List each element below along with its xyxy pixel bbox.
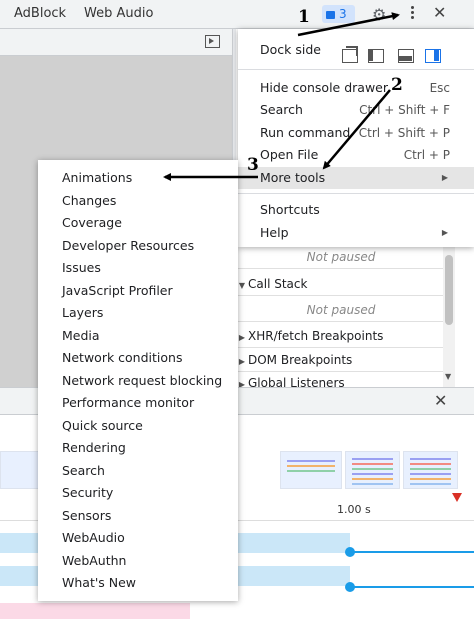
gear-icon[interactable]: ⚙ — [372, 5, 386, 24]
menu-shortcut: Ctrl + Shift + P — [358, 126, 450, 140]
submenu-item-changes[interactable]: Changes — [38, 190, 238, 213]
submenu-item-network-conditions[interactable]: Network conditions — [38, 347, 238, 370]
scope-not-paused: Not paused — [236, 245, 446, 269]
editor-toolbar — [0, 29, 232, 56]
dock-bottom-icon[interactable] — [398, 49, 414, 63]
message-icon — [326, 11, 335, 19]
menu-shortcut: Ctrl + Shift + F — [359, 103, 450, 117]
scroll-down-icon[interactable]: ▼ — [445, 372, 451, 381]
submenu-item-javascript-profiler[interactable]: JavaScript Profiler — [38, 280, 238, 303]
section-call-stack[interactable]: ▼ Call Stack — [236, 272, 446, 296]
submenu-item-animations[interactable]: Animations — [38, 167, 238, 190]
tab-web-audio[interactable]: Web Audio — [84, 0, 153, 29]
annotation-number-2: 2 — [391, 75, 403, 95]
annotation-number-1: 1 — [298, 7, 310, 27]
submenu-item-webaudio[interactable]: WebAudio — [38, 527, 238, 550]
undock-icon[interactable] — [342, 46, 358, 63]
submenu-item-rendering[interactable]: Rendering — [38, 437, 238, 460]
customize-menu: Dock side Hide console drawer Esc Search… — [238, 29, 474, 247]
submenu-item-quick-source[interactable]: Quick source — [38, 415, 238, 438]
menu-item-open-file[interactable]: Open File Ctrl + P — [238, 144, 474, 166]
submenu-item-webauthn[interactable]: WebAuthn — [38, 550, 238, 573]
ruler-tick-label: 1.00 s — [337, 503, 371, 516]
animation-track-line — [350, 586, 474, 588]
submenu-item-whats-new[interactable]: What's New — [38, 572, 238, 595]
close-devtools-icon[interactable]: ✕ — [433, 3, 446, 22]
submenu-item-layers[interactable]: Layers — [38, 302, 238, 325]
issues-badge[interactable]: 3 — [322, 5, 355, 23]
issues-count: 3 — [339, 7, 347, 21]
submenu-item-security[interactable]: Security — [38, 482, 238, 505]
keyframe-handle[interactable] — [345, 582, 355, 592]
debugger-sidebar: Not paused ▼ Call Stack Not paused ▶ XHR/f… — [236, 245, 474, 390]
animation-thumbnail[interactable] — [345, 451, 400, 489]
animation-track-pink[interactable] — [0, 603, 190, 619]
submenu-arrow-icon: ▶ — [441, 228, 448, 237]
submenu-item-sensors[interactable]: Sensors — [38, 505, 238, 528]
menu-item-run-command[interactable]: Run command Ctrl + Shift + P — [238, 122, 474, 144]
submenu-item-performance-monitor[interactable]: Performance monitor — [38, 392, 238, 415]
menu-item-hide-console-drawer[interactable]: Hide console drawer Esc — [238, 77, 474, 99]
submenu-item-coverage[interactable]: Coverage — [38, 212, 238, 235]
submenu-item-search[interactable]: Search — [38, 460, 238, 483]
kebab-menu-icon[interactable] — [405, 4, 419, 24]
toggle-debugger-icon[interactable] — [205, 35, 220, 48]
menu-separator — [238, 193, 474, 194]
animation-thumbnail[interactable] — [403, 451, 458, 489]
submenu-item-media[interactable]: Media — [38, 325, 238, 348]
dock-side-label: Dock side — [260, 42, 321, 57]
callstack-not-paused: Not paused — [236, 298, 446, 322]
section-xhr-breakpoints[interactable]: ▶ XHR/fetch Breakpoints — [236, 324, 446, 348]
dock-right-icon[interactable] — [425, 49, 441, 63]
animation-track-line — [350, 551, 474, 553]
menu-item-more-tools[interactable]: More tools ▶ — [238, 167, 474, 189]
submenu-item-developer-resources[interactable]: Developer Resources — [38, 235, 238, 258]
animation-thumbnail[interactable] — [280, 451, 342, 489]
menu-shortcut: Esc — [429, 81, 450, 95]
section-dom-breakpoints[interactable]: ▶ DOM Breakpoints — [236, 348, 446, 372]
menu-shortcut: Ctrl + P — [403, 148, 450, 162]
devtools-tabbar: AdBlock Web Audio 3 ⚙ ✕ — [0, 0, 474, 29]
dock-left-icon[interactable] — [368, 49, 384, 63]
submenu-arrow-icon: ▶ — [441, 173, 448, 182]
submenu-item-issues[interactable]: Issues — [38, 257, 238, 280]
menu-item-shortcuts[interactable]: Shortcuts — [238, 199, 474, 221]
scrollbar-thumb[interactable] — [445, 255, 453, 325]
menu-item-search[interactable]: Search Ctrl + Shift + F — [238, 99, 474, 121]
keyframe-handle[interactable] — [345, 547, 355, 557]
tab-adblock[interactable]: AdBlock — [14, 0, 66, 29]
annotation-number-3: 3 — [247, 155, 259, 175]
close-drawer-icon[interactable]: ✕ — [434, 391, 447, 410]
more-tools-submenu: Animations Changes Coverage Developer Re… — [38, 160, 238, 601]
menu-separator — [238, 69, 474, 70]
menu-item-help[interactable]: Help ▶ — [238, 222, 474, 244]
dock-side-row: Dock side — [238, 37, 474, 63]
submenu-item-network-request-blocking[interactable]: Network request blocking — [38, 370, 238, 393]
playhead-marker[interactable] — [452, 493, 462, 502]
